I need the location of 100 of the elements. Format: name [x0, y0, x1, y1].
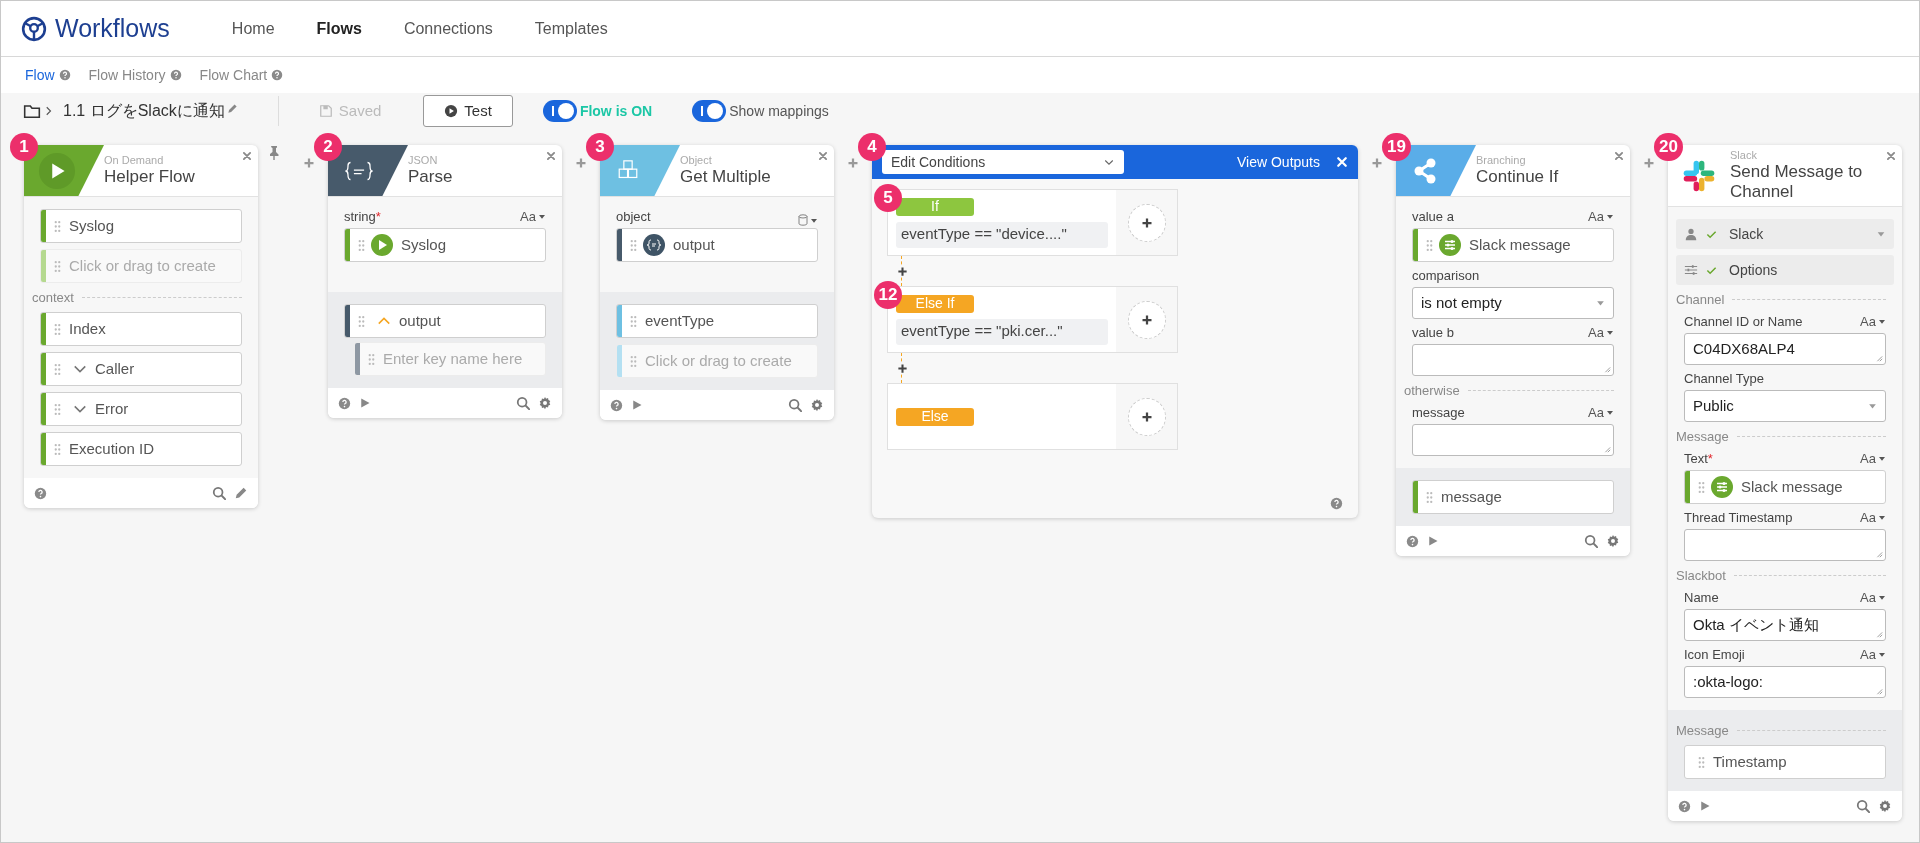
- play-icon[interactable]: [631, 399, 643, 411]
- toggle-switch[interactable]: [692, 100, 727, 122]
- settings-icon[interactable]: [1878, 799, 1892, 813]
- branch-tag: Else: [896, 407, 974, 426]
- nav-link[interactable]: Home: [231, 16, 275, 41]
- data-pill[interactable]: eventType: [616, 304, 818, 338]
- data-pill[interactable]: Slack message: [1684, 470, 1886, 504]
- connection-row[interactable]: Options: [1676, 255, 1894, 285]
- type-menu[interactable]: Aa: [1860, 507, 1886, 527]
- drag-handle-icon: [54, 362, 61, 376]
- add-step-icon[interactable]: [847, 157, 859, 169]
- cylinder-icon: [798, 214, 808, 226]
- pencil-icon[interactable]: [226, 102, 238, 114]
- subnav-link[interactable]: Flow: [25, 64, 71, 86]
- view-outputs-link[interactable]: View Outputs: [1237, 151, 1320, 173]
- settings-icon[interactable]: [810, 398, 824, 412]
- field-label: Channel ID or Name: [1684, 312, 1803, 331]
- select-field[interactable]: Public: [1684, 390, 1886, 422]
- step-category: Object: [680, 154, 713, 167]
- resize-grip-icon: [1603, 445, 1611, 453]
- close-icon[interactable]: [1886, 151, 1896, 161]
- data-pill[interactable]: Error: [40, 392, 242, 426]
- subnav-link[interactable]: Flow History: [88, 64, 182, 86]
- data-pill[interactable]: output: [344, 304, 546, 338]
- data-pill[interactable]: Syslog: [344, 228, 546, 262]
- nav-link[interactable]: Connections: [403, 16, 493, 41]
- conditions-menu[interactable]: Edit Conditions: [882, 150, 1124, 174]
- play-circle-icon: [444, 104, 459, 118]
- type-menu[interactable]: Aa: [1588, 206, 1614, 226]
- field-label: Text*: [1684, 449, 1713, 468]
- condition-expression[interactable]: eventType == "pki.cer...": [896, 318, 1108, 345]
- help-icon[interactable]: [1330, 497, 1343, 510]
- dropdown-caret-icon: [1876, 229, 1886, 239]
- help-icon[interactable]: [1678, 799, 1691, 813]
- data-pill[interactable]: Execution ID: [40, 432, 242, 466]
- text-area[interactable]: Okta イベント通知: [1684, 609, 1886, 641]
- close-icon[interactable]: [546, 151, 556, 161]
- step-category: Slack: [1730, 149, 1758, 162]
- nav-link[interactable]: Flows: [316, 16, 362, 41]
- play-token-icon: [371, 234, 393, 256]
- data-pill[interactable]: Slack message: [1412, 228, 1614, 262]
- search-icon[interactable]: [1584, 534, 1598, 548]
- add-step-icon[interactable]: [303, 157, 315, 169]
- select-field[interactable]: is not empty: [1412, 287, 1614, 319]
- close-icon[interactable]: [818, 151, 828, 161]
- search-icon[interactable]: [788, 398, 802, 412]
- pencil-icon[interactable]: [234, 486, 248, 500]
- dropdown-caret-icon: [1596, 298, 1605, 308]
- text-area[interactable]: [1412, 424, 1614, 456]
- text-area[interactable]: [1412, 344, 1614, 376]
- type-menu[interactable]: Aa: [1860, 644, 1886, 664]
- help-icon[interactable]: [338, 396, 351, 410]
- type-menu[interactable]: Aa: [1860, 448, 1886, 468]
- add-step-icon[interactable]: [575, 157, 587, 169]
- condition-expression[interactable]: eventType == "device....": [896, 221, 1108, 248]
- type-menu[interactable]: Aa: [1860, 311, 1886, 331]
- step-title: Send Message to Channel: [1730, 162, 1864, 202]
- nav-link[interactable]: Templates: [534, 16, 608, 41]
- settings-icon[interactable]: [538, 396, 552, 410]
- settings-icon[interactable]: [1606, 534, 1620, 548]
- toggle-switch[interactable]: [542, 100, 577, 122]
- play-icon[interactable]: [1427, 535, 1439, 547]
- type-menu[interactable]: Aa: [1860, 587, 1886, 607]
- search-icon[interactable]: [212, 486, 226, 500]
- help-icon[interactable]: [34, 486, 47, 500]
- play-icon[interactable]: [1699, 800, 1711, 812]
- close-icon[interactable]: [242, 151, 252, 161]
- type-menu[interactable]: [798, 214, 818, 226]
- text-area[interactable]: [1684, 529, 1886, 561]
- search-icon[interactable]: [516, 396, 530, 410]
- add-condition-button[interactable]: [1127, 300, 1166, 339]
- help-icon[interactable]: [610, 398, 623, 412]
- type-menu[interactable]: Aa: [520, 206, 546, 226]
- add-step-icon[interactable]: [1371, 157, 1383, 169]
- text-area[interactable]: C04DX68ALP4: [1684, 333, 1886, 365]
- connection-row[interactable]: Slack: [1676, 219, 1894, 249]
- type-menu[interactable]: Aa: [1588, 322, 1614, 342]
- plus-icon: [1140, 313, 1153, 326]
- type-menu[interactable]: Aa: [1588, 402, 1614, 422]
- add-condition-button[interactable]: [1127, 397, 1166, 436]
- data-pill[interactable]: output: [616, 228, 818, 262]
- add-step-icon[interactable]: [1643, 157, 1655, 169]
- data-pill[interactable]: Index: [40, 312, 242, 346]
- play-icon[interactable]: [359, 397, 371, 409]
- resize-grip-icon: [1875, 354, 1883, 362]
- search-icon[interactable]: [1856, 799, 1870, 813]
- help-icon[interactable]: [1406, 534, 1419, 548]
- data-pill[interactable]: message: [1412, 480, 1614, 514]
- step-number-badge: 3: [586, 133, 614, 161]
- data-pill[interactable]: Caller: [40, 352, 242, 386]
- subnav-link[interactable]: Flow Chart: [199, 64, 284, 86]
- field-label: message: [1412, 403, 1465, 422]
- drag-handle-icon: [630, 238, 637, 252]
- data-pill[interactable]: Syslog: [40, 209, 242, 243]
- close-icon[interactable]: [1614, 151, 1624, 161]
- text-area[interactable]: :okta-logo:: [1684, 666, 1886, 698]
- data-pill[interactable]: Timestamp: [1684, 745, 1886, 779]
- test-button[interactable]: Test: [423, 95, 513, 127]
- add-condition-button[interactable]: [1127, 203, 1166, 242]
- field-label: value b: [1412, 323, 1454, 342]
